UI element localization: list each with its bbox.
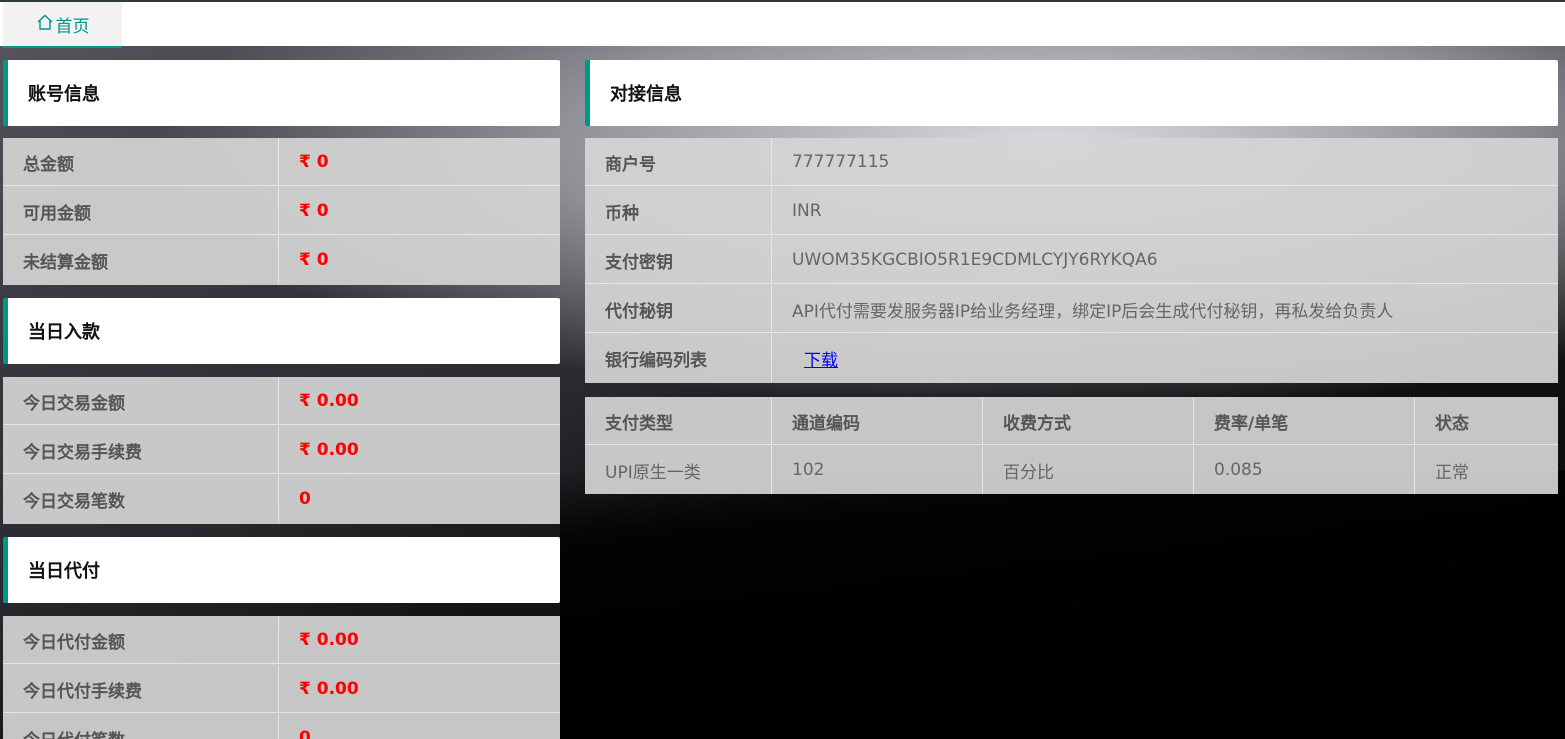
currency-value: INR: [792, 201, 822, 221]
table-row: 今日代付金额 ₹ 0.00: [3, 616, 560, 664]
table-row: 今日交易金额 ₹ 0.00: [3, 377, 560, 425]
integration-info-title: 对接信息: [610, 84, 682, 105]
row-value: ₹ 0.00: [299, 630, 359, 650]
table-row: 代付秘钥 API代付需要发服务器IP给业务经理，绑定IP后会生成代付秘钥，再私发…: [585, 285, 1558, 333]
row-label: 今日交易金额: [3, 377, 279, 425]
row-value: ₹ 0.00: [299, 391, 359, 411]
daily-payout-table: 今日代付金额 ₹ 0.00 今日代付手续费 ₹ 0.00 今日代付笔数 0: [3, 616, 560, 739]
row-label: 今日交易手续费: [3, 426, 279, 474]
home-icon: [36, 13, 56, 36]
row-label: 今日交易笔数: [3, 475, 279, 523]
table-row: 可用金额 ₹ 0: [3, 187, 560, 235]
channel-table: 支付类型 通道编码 收费方式 费率/单笔 状态 UPI原生一类 102 百分比 …: [585, 397, 1558, 494]
unsettled-amount-value: ₹ 0: [299, 250, 329, 270]
tab-home-label: 首页: [55, 16, 90, 37]
table-cell: 102: [772, 446, 983, 494]
column-header: 通道编码: [772, 397, 983, 445]
table-row: 币种 INR: [585, 187, 1558, 235]
row-label: 未结算金额: [3, 236, 279, 284]
table-cell: 正常: [1435, 462, 1469, 483]
table-header-row: 支付类型 通道编码 收费方式 费率/单笔 状态: [585, 397, 1558, 445]
row-label: 今日代付金额: [3, 616, 279, 664]
table-row: 总金额 ₹ 0: [3, 138, 560, 186]
daily-payout-title: 当日代付: [28, 561, 100, 582]
row-label: 今日代付笔数: [3, 714, 279, 739]
table-row: 今日代付笔数 0: [3, 714, 560, 739]
row-label: 今日代付手续费: [3, 665, 279, 713]
row-label: 可用金额: [3, 187, 279, 235]
row-value: 0: [299, 728, 311, 739]
row-value: ₹ 0.00: [299, 440, 359, 460]
row-label: 代付秘钥: [585, 285, 772, 333]
payout-key-value: API代付需要发服务器IP给业务经理，绑定IP后会生成代付秘钥，再私发给负责人: [792, 301, 1394, 322]
integration-info-table: 商户号 777777115 币种 INR 支付密钥 UWOM35KGCBIO5R…: [585, 138, 1558, 383]
daily-payout-header: 当日代付: [3, 537, 560, 603]
daily-income-table: 今日交易金额 ₹ 0.00 今日交易手续费 ₹ 0.00 今日交易笔数 0: [3, 377, 560, 524]
account-info-title: 账号信息: [28, 84, 100, 105]
account-info-header: 账号信息: [3, 60, 560, 126]
table-row: UPI原生一类 102 百分比 0.085 正常: [585, 446, 1558, 494]
row-label: 总金额: [3, 138, 279, 186]
tab-home[interactable]: 首页: [3, 2, 122, 48]
table-row: 今日交易手续费 ₹ 0.00: [3, 426, 560, 474]
table-cell: 0.085: [1194, 446, 1415, 494]
column-header: 支付类型: [585, 397, 772, 445]
bank-code-cell: 下载: [772, 334, 838, 382]
merchant-id-value: 777777115: [792, 152, 890, 172]
total-amount-value: ₹ 0: [299, 152, 329, 172]
account-info-table: 总金额 ₹ 0 可用金额 ₹ 0 未结算金额 ₹ 0: [3, 138, 560, 285]
column-header: 收费方式: [983, 397, 1194, 445]
row-label: 银行编码列表: [585, 334, 772, 382]
table-row: 银行编码列表 下载: [585, 334, 1558, 382]
download-link[interactable]: 下载: [792, 346, 838, 371]
payment-key-value[interactable]: UWOM35KGCBIO5R1E9CDMLCYJY6RYKQA6: [772, 236, 1158, 284]
top-tab-bar: 首页: [0, 0, 1565, 48]
row-value: ₹ 0.00: [299, 679, 359, 699]
row-label: 币种: [585, 187, 772, 235]
row-label: 商户号: [585, 138, 772, 186]
integration-info-header: 对接信息: [585, 60, 1558, 126]
column-header: 状态: [1435, 413, 1469, 434]
row-label: 支付密钥: [585, 236, 772, 284]
table-row: 商户号 777777115: [585, 138, 1558, 186]
table-row: 支付密钥 UWOM35KGCBIO5R1E9CDMLCYJY6RYKQA6: [585, 236, 1558, 284]
table-cell: UPI原生一类: [585, 446, 772, 494]
row-value: 0: [299, 489, 311, 509]
column-header: 费率/单笔: [1194, 397, 1415, 445]
table-cell: 百分比: [983, 446, 1194, 494]
table-row: 未结算金额 ₹ 0: [3, 236, 560, 284]
available-amount-value: ₹ 0: [299, 201, 329, 221]
table-row: 今日交易笔数 0: [3, 475, 560, 523]
daily-income-title: 当日入款: [28, 322, 100, 343]
daily-income-header: 当日入款: [3, 298, 560, 364]
table-row: 今日代付手续费 ₹ 0.00: [3, 665, 560, 713]
